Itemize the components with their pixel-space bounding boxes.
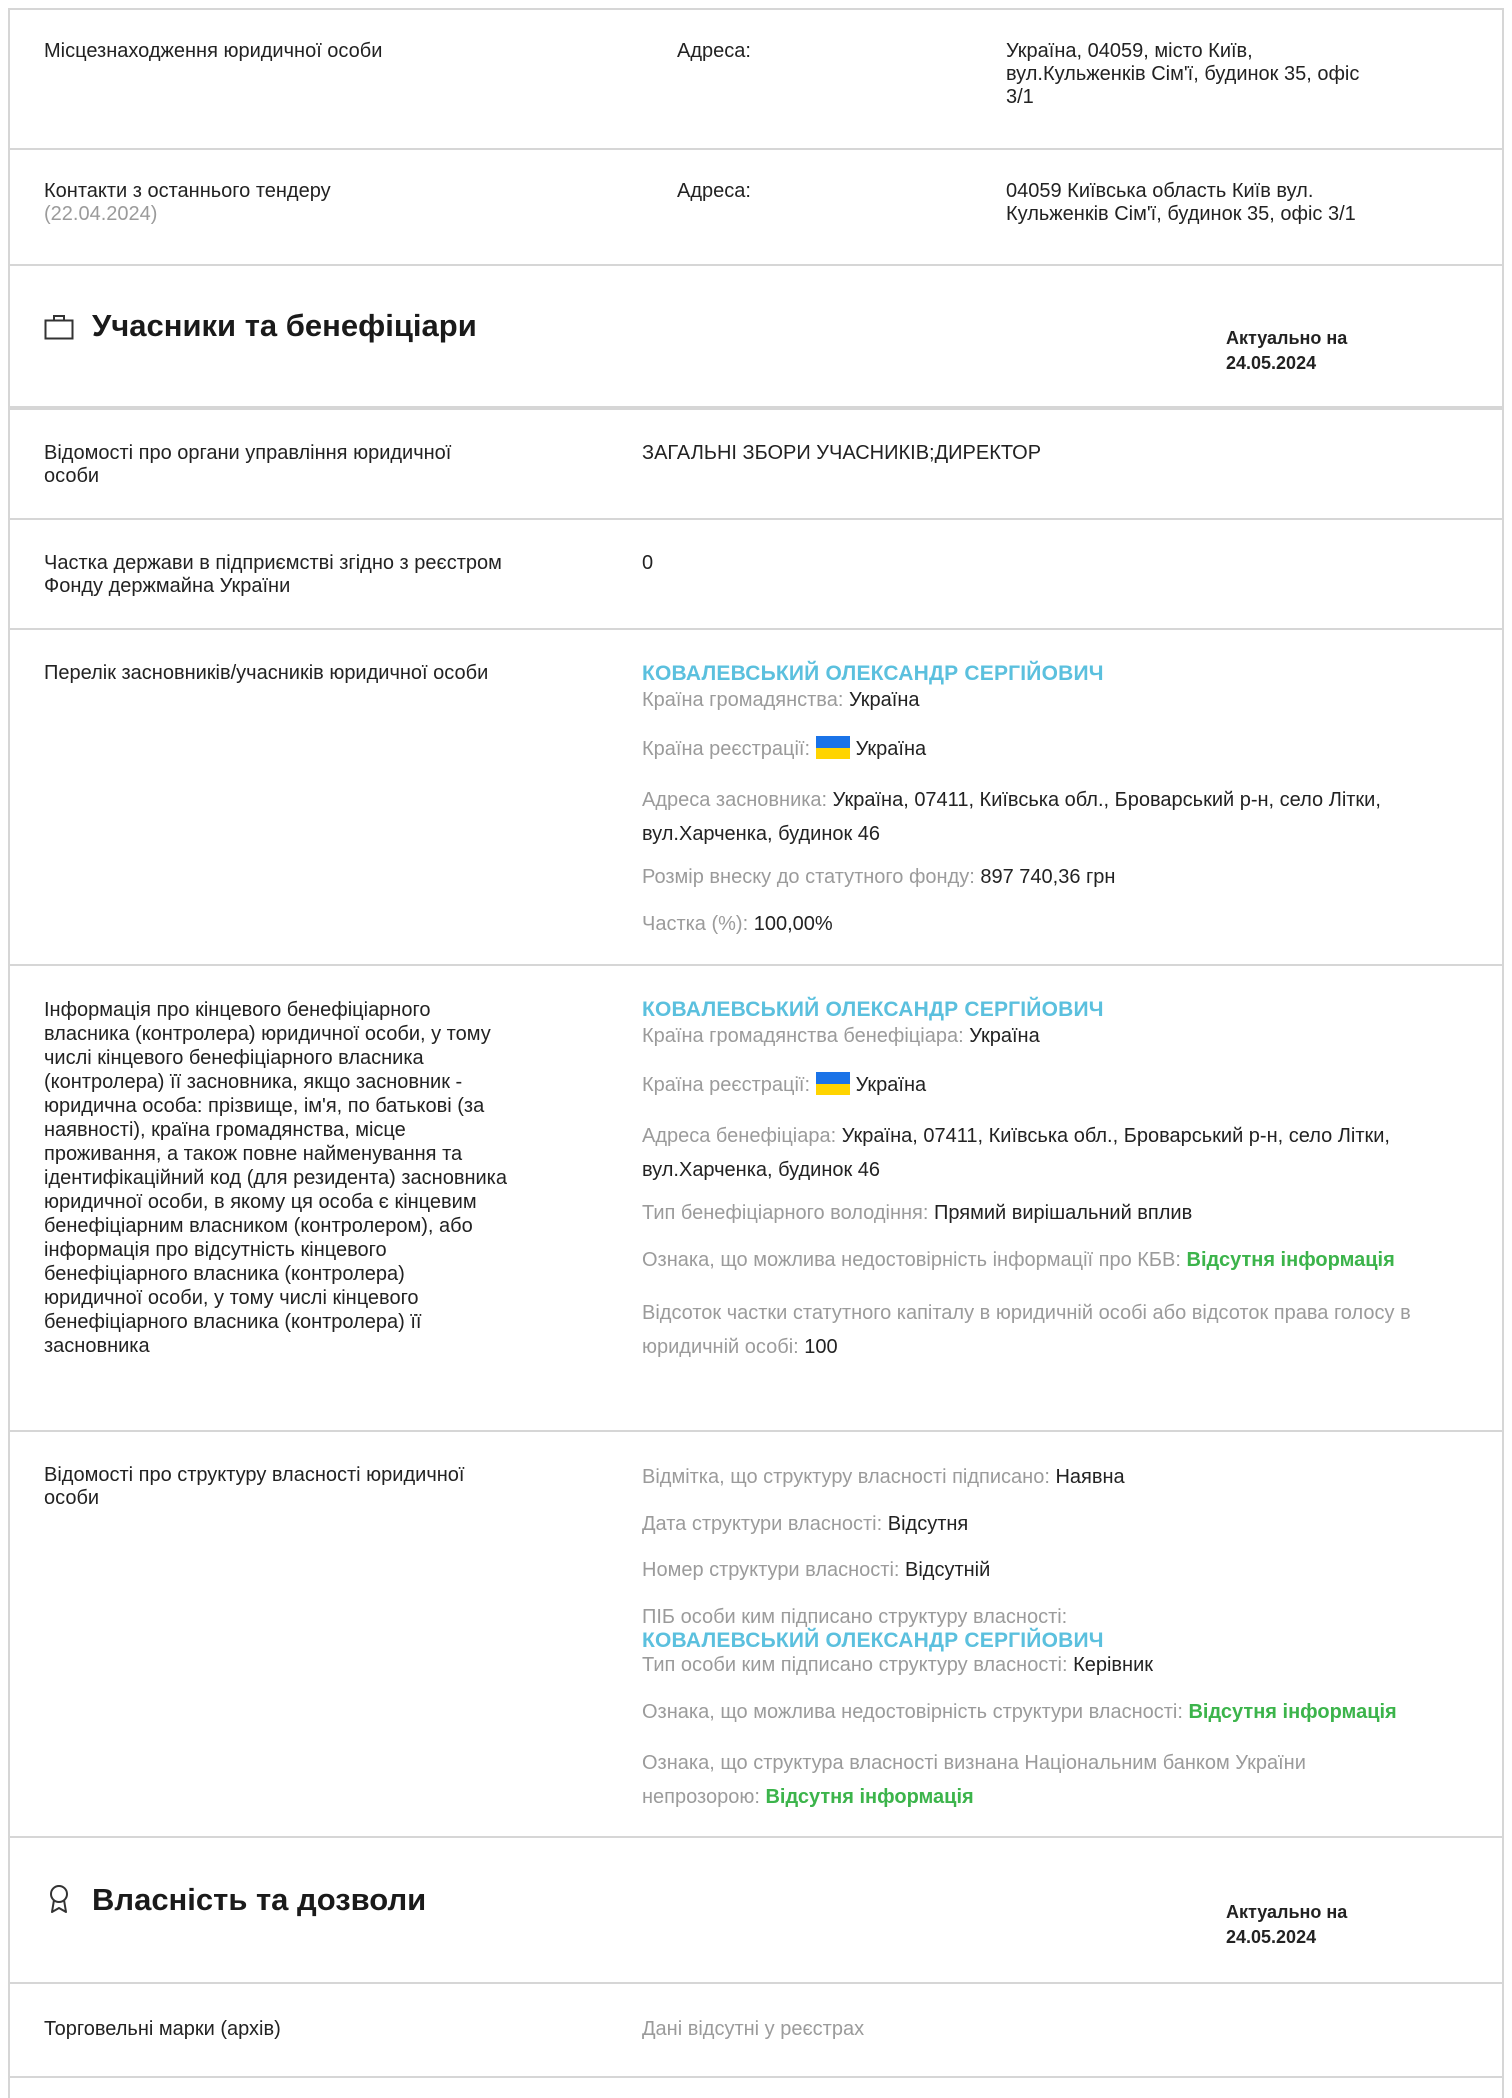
trademarks-value: Дані відсутні у реєстрах bbox=[642, 2018, 865, 2040]
contacts-address-label: Адреса: bbox=[677, 180, 751, 202]
structure-label: Відомості про структуру власності юридич… bbox=[44, 1464, 465, 1509]
founder-registration: Країна реєстрації: Україна bbox=[642, 736, 927, 760]
founders-label: Перелік засновників/учасників юридичної … bbox=[44, 662, 489, 684]
location-address-label: Адреса: bbox=[677, 40, 751, 62]
structure-row: Відомості про структуру власності юридич… bbox=[8, 1432, 1504, 1838]
contacts-row: Контакти з останнього тендеру (22.04.202… bbox=[8, 150, 1504, 266]
founder-address: Адреса засновника: Україна, 07411, Київс… bbox=[642, 789, 1381, 845]
participants-actual: Актуально на 24.05.2024 bbox=[1226, 328, 1348, 373]
property-title: Власність та дозволи bbox=[92, 1882, 427, 1917]
state-share-value: 0 bbox=[642, 552, 654, 574]
structure-signed: Відмітка, що структуру власності підписа… bbox=[642, 1466, 1125, 1488]
state-share-row: Частка держави в підприємстві згідно з р… bbox=[8, 520, 1504, 630]
ukraine-flag-icon bbox=[815, 1072, 850, 1095]
governance-label: Відомості про органи управління юридично… bbox=[44, 442, 452, 487]
property-section-header: Власність та дозволи Актуально на 24.05.… bbox=[8, 1838, 1504, 1984]
location-label: Місцезнаходження юридичної особи bbox=[44, 40, 383, 62]
governance-value: ЗАГАЛЬНІ ЗБОРИ УЧАСНИКІВ;ДИРЕКТОР bbox=[642, 442, 1042, 464]
beneficiary-row: Інформація про кінцевого бенефіціарного … bbox=[8, 966, 1504, 1432]
structure-signer-type: Тип особи ким підписано структуру власно… bbox=[642, 1654, 1154, 1676]
contacts-date: (22.04.2024) bbox=[44, 203, 158, 225]
structure-number: Номер структури власності: Відсутній bbox=[642, 1559, 991, 1581]
founder-contribution: Розмір внеску до статутного фонду: 897 7… bbox=[642, 866, 1116, 888]
award-icon bbox=[50, 1885, 68, 1913]
beneficiary-ownership-type: Тип бенефіціарного володіння: Прямий вир… bbox=[642, 1202, 1193, 1224]
trademarks-row: Торговельні марки (архів) Дані відсутні … bbox=[8, 1984, 1504, 2078]
location-address: Україна, 04059, місто Київ, вул.Кульженк… bbox=[1006, 40, 1360, 108]
beneficiary-unreliable: Ознака, що можлива недостовірність інфор… bbox=[642, 1249, 1395, 1271]
beneficiary-percent: Відсоток частки статутного капіталу в юр… bbox=[642, 1302, 1411, 1358]
structure-date: Дата структури власності: Відсутня bbox=[642, 1513, 969, 1535]
beneficiary-citizenship: Країна громадянства бенефіціара: Україна bbox=[642, 1025, 1040, 1047]
beneficiary-label: Інформація про кінцевого бенефіціарного … bbox=[44, 999, 507, 1357]
beneficiary-address: Адреса бенефіціара: Україна, 07411, Київ… bbox=[642, 1125, 1390, 1181]
property-actual: Актуально на 24.05.2024 bbox=[1226, 1902, 1348, 1947]
founder-citizenship: Країна громадянства: Україна bbox=[642, 689, 920, 711]
governance-row: Відомості про органи управління юридично… bbox=[8, 410, 1504, 520]
state-share-label: Частка держави в підприємстві згідно з р… bbox=[44, 552, 502, 597]
founders-row: Перелік засновників/учасників юридичної … bbox=[8, 630, 1504, 966]
beneficiary-name-link[interactable]: КОВАЛЕВСЬКИЙ ОЛЕКСАНДР СЕРГІЙОВИЧ bbox=[642, 998, 1104, 1021]
founder-name-link[interactable]: КОВАЛЕВСЬКИЙ ОЛЕКСАНДР СЕРГІЙОВИЧ bbox=[642, 662, 1104, 685]
ukraine-flag-icon bbox=[815, 736, 850, 759]
location-row: Місцезнаходження юридичної особи Адреса:… bbox=[8, 8, 1504, 150]
beneficiary-registration: Країна реєстрації: Україна bbox=[642, 1072, 927, 1096]
structure-signer-link[interactable]: КОВАЛЕВСЬКИЙ ОЛЕКСАНДР СЕРГІЙОВИЧ bbox=[642, 1629, 1104, 1652]
trademarks-label: Торговельні марки (архів) bbox=[44, 2018, 281, 2040]
structure-unreliable: Ознака, що можлива недостовірність струк… bbox=[642, 1701, 1397, 1723]
participants-title: Учасники та бенефіціари bbox=[92, 308, 477, 343]
structure-signer-label: ПІБ особи ким підписано структуру власно… bbox=[642, 1606, 1068, 1628]
founder-share: Частка (%): 100,00% bbox=[642, 913, 833, 935]
contacts-label: Контакти з останнього тендеру bbox=[44, 180, 331, 202]
briefcase-icon bbox=[44, 315, 74, 340]
contacts-address: 04059 Київська область Київ вул. Кульжен… bbox=[1006, 180, 1356, 225]
participants-section-header: Учасники та бенефіціари Актуально на 24.… bbox=[8, 266, 1504, 410]
structure-opaque: Ознака, що структура власності визнана Н… bbox=[642, 1752, 1306, 1808]
